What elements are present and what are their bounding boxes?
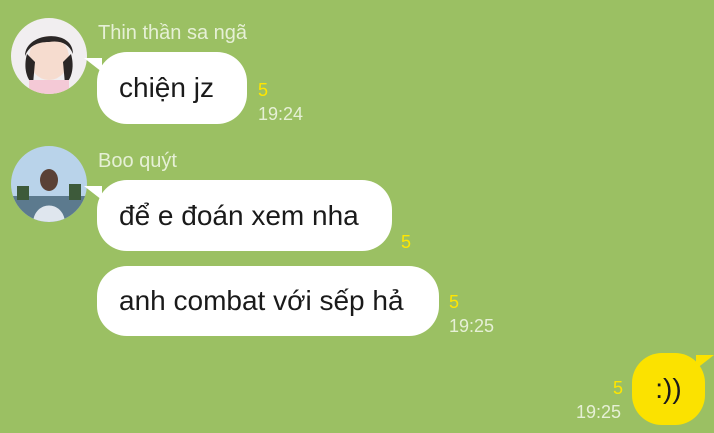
message-text: để e đoán xem nha — [119, 199, 359, 231]
read-count: 5 — [401, 232, 412, 252]
read-count: 5 — [613, 378, 624, 398]
avatar-boo-quyt[interactable] — [11, 146, 87, 222]
sender-name: Thin thần sa ngã — [98, 22, 247, 44]
bubble-tail — [696, 355, 714, 369]
message-text: :)) — [655, 373, 682, 404]
read-count: 5 — [258, 80, 269, 100]
message-bubble[interactable]: để e đoán xem nha — [97, 180, 392, 251]
message-text: anh combat với sếp hả — [119, 285, 404, 316]
read-count: 5 — [449, 292, 460, 312]
profile-photo-icon — [11, 146, 87, 222]
outgoing-message-bubble[interactable]: :)) — [632, 353, 705, 425]
message-bubble[interactable]: chiện jz — [97, 52, 247, 124]
message-text: chiện jz — [119, 72, 214, 103]
message-time: 19:25 — [449, 316, 495, 336]
message-time: 19:25 — [576, 402, 622, 422]
sender-name: Boo quýt — [98, 150, 177, 172]
avatar-thin-than-sa-nga[interactable] — [11, 18, 87, 94]
message-bubble[interactable]: anh combat với sếp hả — [97, 266, 439, 336]
message-time: 19:24 — [258, 104, 304, 124]
profile-photo-icon — [11, 18, 87, 94]
